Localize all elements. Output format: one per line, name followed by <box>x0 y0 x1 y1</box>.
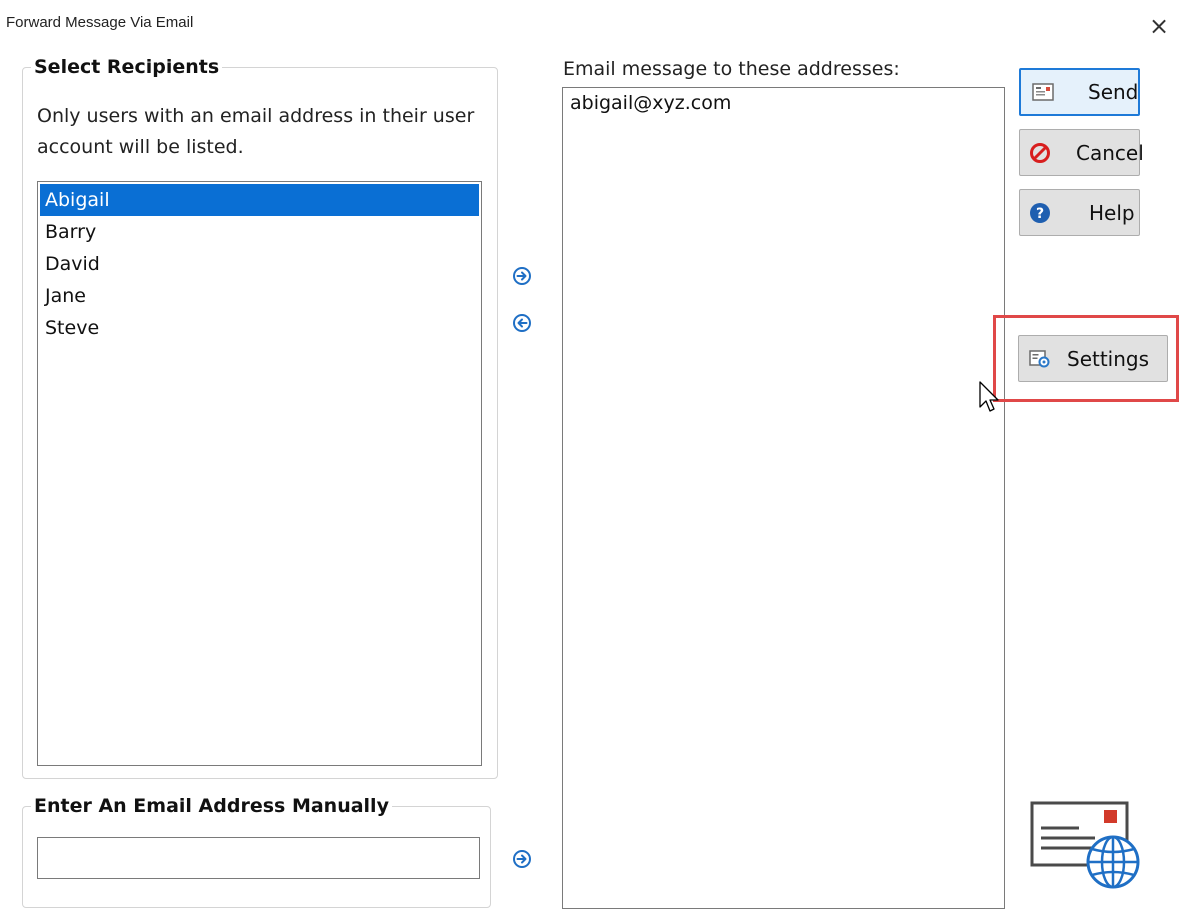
select-recipients-title: Select Recipients <box>31 56 223 78</box>
manual-email-title: Enter An Email Address Manually <box>31 795 392 817</box>
recipients-note: Only users with an email address in thei… <box>37 105 475 158</box>
arrow-left-circle-icon[interactable] <box>511 312 533 334</box>
help-button[interactable]: ? Help <box>1019 189 1140 236</box>
recipient-list-item[interactable]: Steve <box>40 312 479 344</box>
send-label: Send <box>1088 80 1139 104</box>
help-label: Help <box>1089 200 1135 225</box>
address-list-item[interactable]: abigail@xyz.com <box>563 88 1004 118</box>
cancel-label: Cancel <box>1076 140 1144 165</box>
send-button[interactable]: Send <box>1019 68 1140 116</box>
addresses-label: Email message to these addresses: <box>563 58 900 80</box>
recipient-list-item[interactable]: Barry <box>40 216 479 248</box>
recipient-list-item[interactable]: Abigail <box>40 184 479 216</box>
close-button[interactable]: × <box>1146 14 1172 40</box>
cancel-button[interactable]: Cancel <box>1019 129 1144 176</box>
send-icon <box>1032 83 1054 101</box>
recipients-listbox[interactable]: Abigail Barry David Jane Steve <box>37 181 482 766</box>
email-globe-icon <box>1030 801 1140 889</box>
mouse-cursor-icon <box>979 381 999 412</box>
window-title: Forward Message Via Email <box>6 14 194 31</box>
manual-email-input[interactable] <box>37 837 480 879</box>
svg-text:?: ? <box>1036 206 1044 222</box>
settings-icon <box>1029 349 1050 367</box>
recipient-list-item[interactable]: David <box>40 248 479 280</box>
help-icon: ? <box>1030 202 1050 223</box>
add-manual-arrow-icon[interactable] <box>511 848 533 870</box>
addresses-listbox[interactable]: abigail@xyz.com <box>562 87 1005 909</box>
recipient-list-item[interactable]: Jane <box>40 280 479 312</box>
cancel-icon <box>1030 142 1050 163</box>
arrow-right-circle-icon[interactable] <box>511 265 533 287</box>
settings-button[interactable]: Settings <box>1018 335 1168 382</box>
settings-label: Settings <box>1067 346 1150 371</box>
